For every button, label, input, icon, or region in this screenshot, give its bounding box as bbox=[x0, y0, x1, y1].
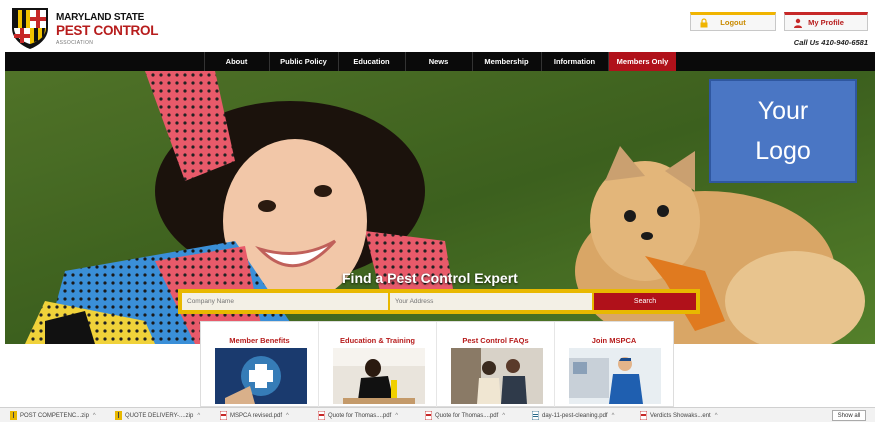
your-logo-placeholder: Your Logo bbox=[709, 79, 857, 183]
nav-item-education[interactable]: Education bbox=[338, 52, 404, 71]
download-filename: QUOTE DELIVERY-....zip bbox=[125, 412, 194, 419]
zip-file-icon bbox=[115, 411, 122, 420]
download-item[interactable]: Verdicts Showaks...ent ^ bbox=[640, 410, 718, 421]
nav-item-membership[interactable]: Membership bbox=[472, 52, 540, 71]
nav-item-news[interactable]: News bbox=[405, 52, 471, 71]
member-benefits-image bbox=[215, 348, 307, 404]
hero-banner: Your Logo Find a Pest Control Expert Sea… bbox=[5, 71, 875, 344]
logo-text-pest-control: PEST CONTROL bbox=[56, 23, 159, 38]
chevron-up-icon[interactable]: ^ bbox=[395, 413, 398, 419]
downloads-bar: POST COMPETENC...zip ^ QUOTE DELIVERY-...… bbox=[0, 407, 875, 422]
card-pest-control-faqs[interactable]: Pest Control FAQs bbox=[437, 322, 555, 408]
lock-icon bbox=[700, 18, 708, 28]
show-all-button[interactable]: Show all bbox=[832, 410, 866, 421]
chevron-up-icon[interactable]: ^ bbox=[93, 413, 96, 419]
nav-item-members-only[interactable]: Members Only bbox=[608, 52, 676, 71]
my-profile-button[interactable]: My Profile bbox=[784, 12, 868, 31]
chevron-up-icon[interactable]: ^ bbox=[197, 413, 200, 419]
card-title: Member Benefits bbox=[229, 336, 290, 345]
education-training-image bbox=[333, 348, 425, 404]
search-button[interactable]: Search bbox=[594, 293, 696, 310]
my-profile-label: My Profile bbox=[808, 18, 844, 27]
card-title: Education & Training bbox=[339, 336, 415, 345]
site-header: MARYLAND STATE PEST CONTROL ASSOCIATION … bbox=[0, 0, 875, 52]
card-member-benefits[interactable]: Member Benefits bbox=[201, 322, 319, 408]
your-logo-line2: Logo bbox=[755, 137, 811, 165]
company-name-input[interactable] bbox=[182, 293, 388, 310]
logo-text-state: MARYLAND STATE bbox=[56, 12, 145, 23]
pdf-file-icon bbox=[640, 411, 647, 420]
download-filename: Verdicts Showaks...ent bbox=[650, 412, 711, 419]
pest-control-faqs-image bbox=[451, 348, 543, 404]
chevron-up-icon[interactable]: ^ bbox=[715, 413, 718, 419]
download-item[interactable]: Quote for Thomas....pdf ^ bbox=[425, 410, 505, 421]
pdf-file-icon bbox=[318, 411, 325, 420]
feature-cards: Member Benefits Education & Training Pes… bbox=[200, 321, 674, 408]
download-item[interactable]: QUOTE DELIVERY-....zip ^ bbox=[115, 410, 200, 421]
zip-file-icon bbox=[10, 411, 17, 420]
maryland-shield-icon bbox=[12, 8, 48, 49]
call-us-phone: Call Us 410-940-6581 bbox=[793, 38, 868, 47]
user-icon bbox=[794, 18, 802, 28]
nav-item-about[interactable]: About bbox=[204, 52, 268, 71]
card-title: Join MSPCA bbox=[591, 336, 637, 345]
logo-text-association: ASSOCIATION bbox=[56, 40, 94, 46]
card-join-mspca[interactable]: Join MSPCA bbox=[555, 322, 673, 408]
logout-label: Logout bbox=[720, 18, 746, 27]
download-item[interactable]: POST COMPETENC...zip ^ bbox=[10, 410, 96, 421]
document-file-icon bbox=[532, 411, 539, 420]
download-item[interactable]: Quote for Thomas....pdf ^ bbox=[318, 410, 398, 421]
nav-item-public-policy[interactable]: Public Policy bbox=[269, 52, 337, 71]
pdf-file-icon bbox=[425, 411, 432, 420]
download-filename: Quote for Thomas....pdf bbox=[328, 412, 392, 419]
site-logo[interactable]: MARYLAND STATE PEST CONTROL ASSOCIATION bbox=[10, 6, 180, 50]
download-filename: day-11-pest-cleaning.pdf bbox=[542, 412, 608, 419]
chevron-up-icon[interactable]: ^ bbox=[502, 413, 505, 419]
chevron-up-icon[interactable]: ^ bbox=[612, 413, 615, 419]
pdf-file-icon bbox=[220, 411, 227, 420]
download-filename: POST COMPETENC...zip bbox=[20, 412, 89, 419]
download-item[interactable]: day-11-pest-cleaning.pdf ^ bbox=[532, 410, 614, 421]
chevron-up-icon[interactable]: ^ bbox=[286, 413, 289, 419]
download-filename: Quote for Thomas....pdf bbox=[435, 412, 499, 419]
search-bar: Search bbox=[178, 289, 700, 314]
download-item[interactable]: MSPCA revised.pdf ^ bbox=[220, 410, 289, 421]
nav-item-information[interactable]: Information bbox=[541, 52, 607, 71]
card-education-training[interactable]: Education & Training bbox=[319, 322, 437, 408]
card-title: Pest Control FAQs bbox=[462, 336, 529, 345]
logout-button[interactable]: Logout bbox=[690, 12, 776, 31]
address-input[interactable] bbox=[390, 293, 592, 310]
download-filename: MSPCA revised.pdf bbox=[230, 412, 283, 419]
your-logo-line1: Your bbox=[757, 97, 809, 125]
main-nav: About Public Policy Education News Membe… bbox=[5, 52, 875, 71]
find-expert-title: Find a Pest Control Expert bbox=[342, 270, 518, 286]
page: MARYLAND STATE PEST CONTROL ASSOCIATION … bbox=[0, 0, 875, 422]
join-mspca-image bbox=[569, 348, 661, 404]
